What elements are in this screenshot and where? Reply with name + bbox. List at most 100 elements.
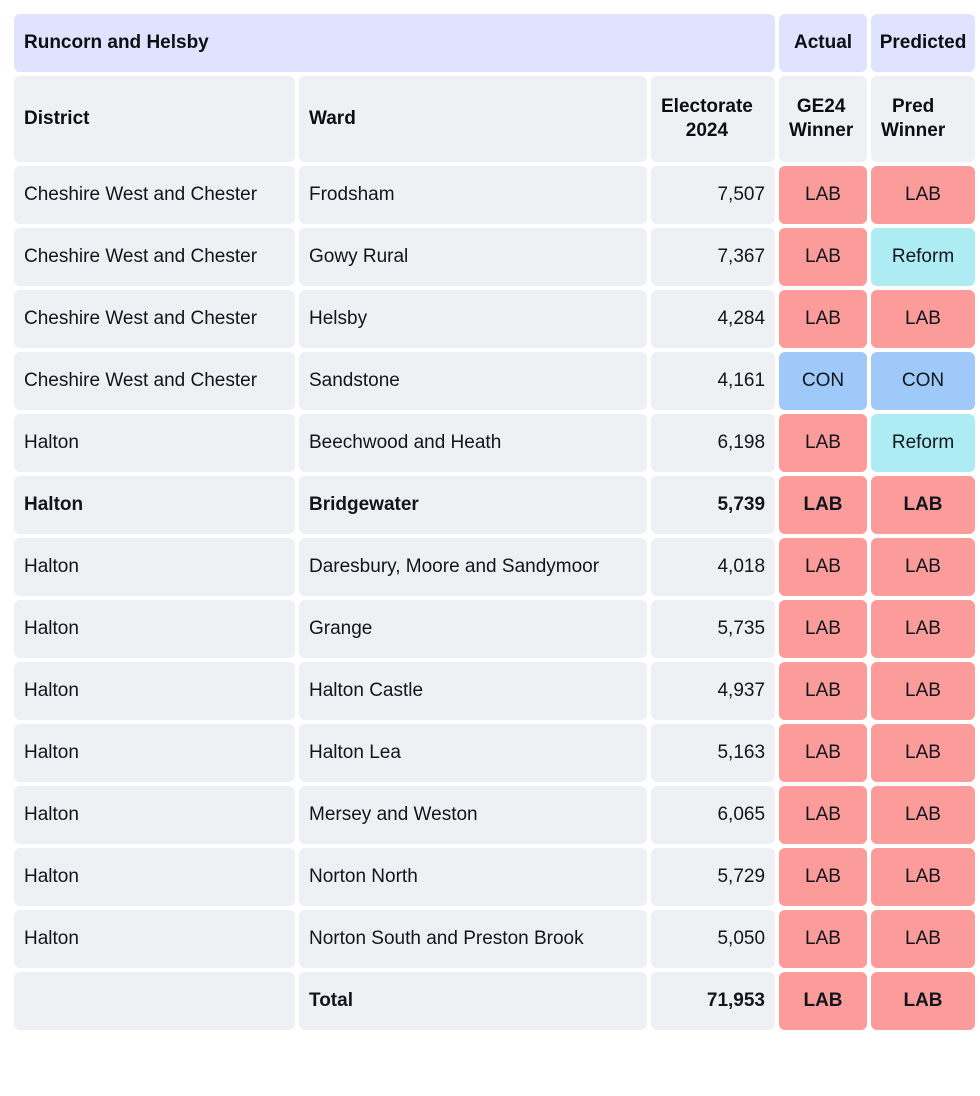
cell-district-wrap: Cheshire West and Chester [14, 166, 295, 224]
table-head: Runcorn and Helsby Actual Predicted Dist… [14, 14, 976, 162]
column-header-ge24-label: GE24 Winner [789, 95, 853, 144]
cell-ge24-winner-wrap: LAB [779, 910, 868, 968]
cell-electorate-wrap: 71,953 [651, 972, 776, 1030]
cell-ge24-winner-wrap: LAB [779, 724, 868, 782]
cell-district: Halton [14, 724, 295, 782]
column-header-pred-line1: Pred [892, 95, 935, 117]
cell-electorate-wrap: 4,018 [651, 538, 776, 596]
cell-electorate: 5,050 [651, 910, 776, 968]
cell-electorate-wrap: 7,507 [651, 166, 776, 224]
cell-ward: Grange [299, 600, 647, 658]
cell-district: Halton [14, 538, 295, 596]
table-row: Halton Halton Castle 4,937 LAB LAB [14, 662, 976, 720]
cell-district: Halton [14, 662, 295, 720]
group-header-row: Runcorn and Helsby Actual Predicted [14, 14, 976, 72]
cell-district: Halton [14, 786, 295, 844]
cell-ward: Total [299, 972, 647, 1030]
cell-district-wrap: Halton [14, 724, 295, 782]
column-header-pred[interactable]: Pred Winner [871, 76, 976, 162]
column-header-ge24-line2: Winner [789, 120, 854, 141]
cell-ge24-winner-wrap: LAB [779, 414, 868, 472]
cell-ge24-winner: LAB [779, 414, 868, 472]
column-header-pred-label: Pred Winner [881, 95, 945, 144]
actual-group-label: Actual [779, 14, 868, 72]
cell-ge24-winner-wrap: LAB [779, 662, 868, 720]
cell-electorate-wrap: 5,050 [651, 910, 776, 968]
column-header-ge24[interactable]: GE24 Winner [779, 76, 868, 162]
cell-district: Halton [14, 600, 295, 658]
cell-ward-wrap: Total [299, 972, 647, 1030]
cell-electorate: 4,284 [651, 290, 776, 348]
cell-pred-winner-wrap: LAB [871, 166, 976, 224]
table-row-total: Total 71,953 LAB LAB [14, 972, 976, 1030]
cell-district-wrap: Cheshire West and Chester [14, 352, 295, 410]
cell-ge24-winner-wrap: LAB [779, 166, 868, 224]
cell-district-wrap: Cheshire West and Chester [14, 290, 295, 348]
cell-ge24-winner-wrap: LAB [779, 848, 868, 906]
cell-ge24-winner-wrap: LAB [779, 972, 868, 1030]
cell-ward-wrap: Frodsham [299, 166, 647, 224]
cell-ge24-winner-wrap: LAB [779, 228, 868, 286]
column-header-district-label: District [14, 76, 295, 162]
table-row: Halton Daresbury, Moore and Sandymoor 4,01… [14, 538, 976, 596]
cell-pred-winner-wrap: LAB [871, 476, 976, 534]
cell-ward-wrap: Mersey and Weston [299, 786, 647, 844]
cell-ward: Frodsham [299, 166, 647, 224]
cell-pred-winner: LAB [871, 476, 976, 534]
cell-ward: Halton Castle [299, 662, 647, 720]
cell-electorate-wrap: 7,367 [651, 228, 776, 286]
cell-electorate: 5,739 [651, 476, 776, 534]
cell-district-wrap: Halton [14, 414, 295, 472]
column-header-electorate-line1: Electorate [661, 95, 753, 117]
cell-district-wrap: Halton [14, 848, 295, 906]
cell-electorate: 6,065 [651, 786, 776, 844]
cell-pred-winner-wrap: LAB [871, 910, 976, 968]
column-header-pred-line2: Winner [881, 120, 946, 141]
cell-ge24-winner: LAB [779, 910, 868, 968]
cell-district: Cheshire West and Chester [14, 290, 295, 348]
cell-ward: Sandstone [299, 352, 647, 410]
column-header-district[interactable]: District [14, 76, 295, 162]
cell-ward-wrap: Norton North [299, 848, 647, 906]
cell-pred-winner: LAB [871, 786, 976, 844]
cell-electorate: 5,735 [651, 600, 776, 658]
column-header-row: District Ward Electorate 2024 GE24 Winne… [14, 76, 976, 162]
cell-electorate-wrap: 4,284 [651, 290, 776, 348]
cell-pred-winner: LAB [871, 600, 976, 658]
cell-ward-wrap: Daresbury, Moore and Sandymoor [299, 538, 647, 596]
cell-pred-winner-wrap: Reform [871, 228, 976, 286]
cell-district: Halton [14, 910, 295, 968]
cell-ward-wrap: Helsby [299, 290, 647, 348]
cell-ge24-winner-wrap: LAB [779, 600, 868, 658]
cell-pred-winner-wrap: LAB [871, 662, 976, 720]
cell-electorate-wrap: 5,729 [651, 848, 776, 906]
cell-ward-wrap: Bridgewater [299, 476, 647, 534]
cell-ge24-winner: LAB [779, 538, 868, 596]
predicted-group-label: Predicted [871, 14, 976, 72]
cell-electorate: 71,953 [651, 972, 776, 1030]
cell-ward: Halton Lea [299, 724, 647, 782]
cell-pred-winner-wrap: CON [871, 352, 976, 410]
cell-district-wrap: Halton [14, 476, 295, 534]
cell-pred-winner: LAB [871, 290, 976, 348]
predicted-group-cell: Predicted [871, 14, 976, 72]
table-row: Halton Grange 5,735 LAB LAB [14, 600, 976, 658]
cell-ward: Gowy Rural [299, 228, 647, 286]
column-header-ward[interactable]: Ward [299, 76, 647, 162]
cell-ward: Norton South and Preston Brook [299, 910, 647, 968]
cell-ge24-winner: LAB [779, 228, 868, 286]
cell-pred-winner-wrap: Reform [871, 414, 976, 472]
cell-ward-wrap: Sandstone [299, 352, 647, 410]
cell-electorate: 7,507 [651, 166, 776, 224]
column-header-electorate[interactable]: Electorate 2024 [651, 76, 776, 162]
cell-ward-wrap: Grange [299, 600, 647, 658]
cell-district [14, 972, 295, 1030]
table-row: Cheshire West and Chester Helsby 4,284 LAB L… [14, 290, 976, 348]
cell-ward: Mersey and Weston [299, 786, 647, 844]
actual-group-cell: Actual [779, 14, 868, 72]
cell-electorate: 4,018 [651, 538, 776, 596]
cell-district: Cheshire West and Chester [14, 352, 295, 410]
constituency-title: Runcorn and Helsby [14, 14, 776, 72]
cell-pred-winner: LAB [871, 538, 976, 596]
cell-ward: Beechwood and Heath [299, 414, 647, 472]
